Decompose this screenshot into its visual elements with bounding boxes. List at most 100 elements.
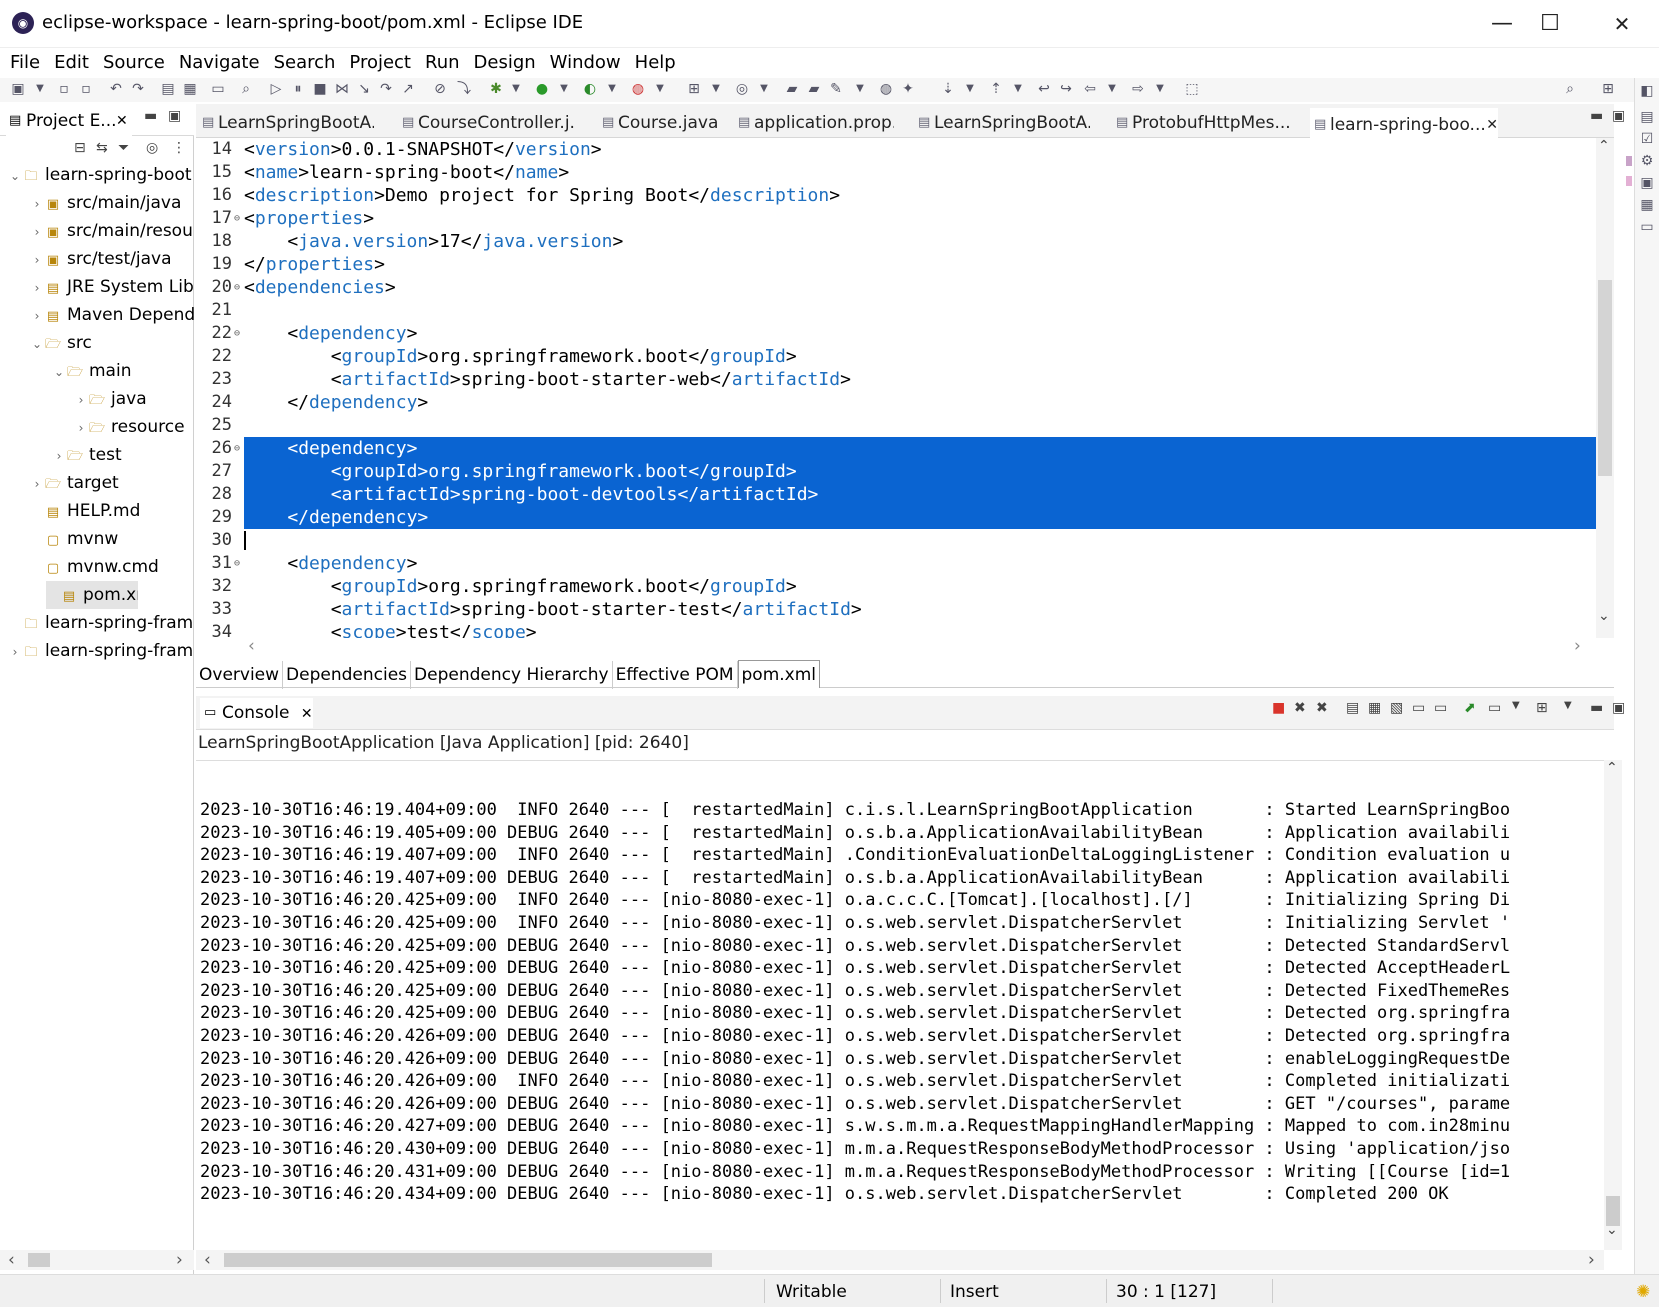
console-vscrollbar[interactable]: ⌃ ⌄	[1604, 760, 1622, 1250]
new-icon[interactable]: ▣	[10, 80, 26, 98]
menu-search[interactable]: Search	[267, 48, 343, 76]
pin-console-icon[interactable]: ⬈	[1464, 700, 1476, 716]
tree-item[interactable]: ▤ HELP.md	[0, 497, 194, 525]
code-editor[interactable]: 14 <version>0.0.1-SNAPSHOT</version> 15 <na…	[196, 138, 1596, 638]
tip-lightbulb-icon[interactable]: ✺	[1636, 1281, 1650, 1303]
expand-arrow-icon[interactable]: ›	[74, 386, 88, 413]
drop-to-frame-icon[interactable]: ⤵	[456, 80, 472, 98]
tree-item[interactable]: › 🗁 java	[0, 385, 194, 413]
scroll-left-arrow-icon[interactable]: ‹	[204, 1250, 211, 1270]
settings-icon[interactable]: ⚙	[1639, 152, 1655, 170]
task-list-icon[interactable]: ☑	[1639, 130, 1655, 148]
scroll-down-arrow-icon[interactable]: ⌄	[1598, 608, 1610, 624]
open-resource-icon[interactable]: ▦	[182, 80, 198, 98]
focus-icon[interactable]: ◎	[146, 140, 158, 156]
pom-tab-dependency-hierarchy[interactable]: Dependency Hierarchy	[411, 661, 613, 689]
display-console-icon[interactable]: ▭	[1488, 700, 1501, 716]
menu-navigate[interactable]: Navigate	[172, 48, 267, 76]
disconnect-icon[interactable]: ⋈	[334, 80, 350, 98]
new-dropdown-icon[interactable]: ▼	[708, 80, 724, 98]
tree-item[interactable]: ▢ mvnw.cmd	[0, 553, 194, 581]
tree-item[interactable]: ▤ pom.xml	[46, 581, 138, 609]
step-into-icon[interactable]: ↘	[356, 80, 372, 98]
editor-hscrollbar[interactable]: ‹ ›	[244, 636, 1596, 656]
editor-tab[interactable]: ▤ Course.java	[598, 108, 726, 138]
dropdown-arrow-icon[interactable]: ▼	[32, 80, 48, 98]
project-explorer-hscrollbar[interactable]: ‹ ›	[0, 1250, 194, 1270]
stop-icon[interactable]: ■	[312, 80, 328, 98]
tree-item[interactable]: › 🗁 test	[0, 441, 194, 469]
tree-item[interactable]: › ▤ JRE System Lib	[0, 273, 194, 301]
editor-tab[interactable]: ▤ LearnSpringBootA...	[914, 108, 1090, 138]
console-icon[interactable]: ▭	[210, 80, 226, 98]
tree-item[interactable]: › ▣ src/main/resou	[0, 217, 194, 245]
expand-arrow-icon[interactable]: ›	[8, 638, 22, 665]
new-class-dropdown-icon[interactable]: ▼	[756, 80, 772, 98]
collapse-all-icon[interactable]: ⊟	[74, 140, 86, 156]
editor-tab[interactable]: ▤ LearnSpringBootA...	[198, 108, 374, 138]
fold-toggle-icon[interactable]: ⊖	[234, 437, 240, 460]
menu-file[interactable]: File	[3, 48, 47, 76]
open-console-dropdown-icon[interactable]: ▼	[1564, 700, 1572, 711]
show-stderr-icon[interactable]: ▭	[1434, 700, 1447, 716]
skip-breakpoints-icon[interactable]: ⊘	[432, 80, 448, 98]
wizard-icon[interactable]: ✦	[900, 80, 916, 98]
annotation-dropdown-icon[interactable]: ▼	[852, 80, 868, 98]
overview-icon[interactable]: ▣	[1639, 174, 1655, 192]
close-tab-icon[interactable]: ✕	[116, 106, 128, 136]
close-tab-icon[interactable]: ✕	[1486, 110, 1498, 138]
fold-toggle-icon[interactable]: ⊖	[234, 322, 240, 345]
expand-arrow-icon[interactable]: ›	[52, 442, 66, 469]
save-icon[interactable]: ▫	[56, 80, 72, 98]
console-output[interactable]: 2023-10-30T16:46:19.404+09:00 INFO 2640 …	[196, 760, 1604, 1250]
run-dropdown-icon[interactable]: ▼	[556, 80, 572, 98]
clear-console-icon[interactable]: ▤	[1346, 700, 1359, 716]
prev-annotation-icon[interactable]: ⇡	[988, 80, 1004, 98]
scroll-lock-icon[interactable]: ▦	[1368, 700, 1381, 716]
scroll-right-arrow-icon[interactable]: ›	[176, 1250, 183, 1270]
close-tab-icon[interactable]: ✕	[301, 706, 313, 722]
fold-toggle-icon[interactable]: ⊖	[234, 207, 240, 230]
search-tool-icon[interactable]: ⌕	[238, 80, 254, 98]
maximize-view-icon[interactable]: ▣	[168, 108, 181, 124]
link-editor-icon[interactable]: ⇆	[96, 140, 108, 156]
tree-item[interactable]: 🗀 learn-spring-frame	[0, 609, 194, 637]
console-maximize-icon[interactable]: ▣	[1612, 700, 1625, 716]
scroll-thumb[interactable]	[28, 1253, 50, 1267]
fold-toggle-icon[interactable]: ⊖	[234, 552, 240, 575]
tree-item[interactable]: › ▣ src/main/java	[0, 189, 194, 217]
tree-item[interactable]: ⌄ 🗀 learn-spring-boot	[0, 161, 194, 189]
view-icon[interactable]: ▭	[1639, 218, 1655, 236]
open-perspective-icon[interactable]: ⊞	[1600, 80, 1616, 98]
expand-arrow-icon[interactable]: ›	[30, 470, 44, 497]
step-return-icon[interactable]: ↗	[400, 80, 416, 98]
new-java-project-icon[interactable]: ⊞	[686, 80, 702, 98]
maximize-button[interactable]: ☐	[1528, 8, 1572, 40]
close-button[interactable]: ✕	[1600, 8, 1644, 40]
pom-tab-dependencies[interactable]: Dependencies	[283, 661, 412, 689]
globe-icon[interactable]: ◍	[878, 80, 894, 98]
remove-launch-icon[interactable]: ✖	[1294, 700, 1306, 716]
tab-console[interactable]: ▭ Console ✕	[200, 698, 313, 728]
menu-edit[interactable]: Edit	[47, 48, 96, 76]
last-edit-icon[interactable]: ↩	[1036, 80, 1052, 98]
remove-all-icon[interactable]: ✖	[1316, 700, 1328, 716]
menu-window[interactable]: Window	[543, 48, 628, 76]
scroll-left-arrow-icon[interactable]: ‹	[8, 1250, 15, 1270]
tree-item[interactable]: ▢ mvnw	[0, 525, 194, 553]
expand-arrow-icon[interactable]: ›	[30, 246, 44, 273]
tab-project-explorer[interactable]: ▤ Project E... ✕	[6, 106, 132, 136]
console-hscroll-thumb[interactable]	[224, 1253, 712, 1267]
back-dropdown-icon[interactable]: ▼	[1104, 80, 1120, 98]
next-annotation-dropdown-icon[interactable]: ▼	[962, 80, 978, 98]
resume-icon[interactable]: ▷	[268, 80, 284, 98]
editor-scroll-thumb[interactable]	[1598, 280, 1612, 476]
coverage-icon[interactable]: ◐	[582, 80, 598, 98]
editor-minimize-icon[interactable]: ▬	[1590, 108, 1603, 124]
tree-item[interactable]: › 🗁 resource	[0, 413, 194, 441]
tree-item[interactable]: ⌄ 🗁 main	[0, 357, 194, 385]
tree-item[interactable]: › ▤ Maven Depend	[0, 301, 194, 329]
new-class-icon[interactable]: ◎	[734, 80, 750, 98]
open-type-icon[interactable]: ▤	[160, 80, 176, 98]
show-stdout-icon[interactable]: ▭	[1412, 700, 1425, 716]
